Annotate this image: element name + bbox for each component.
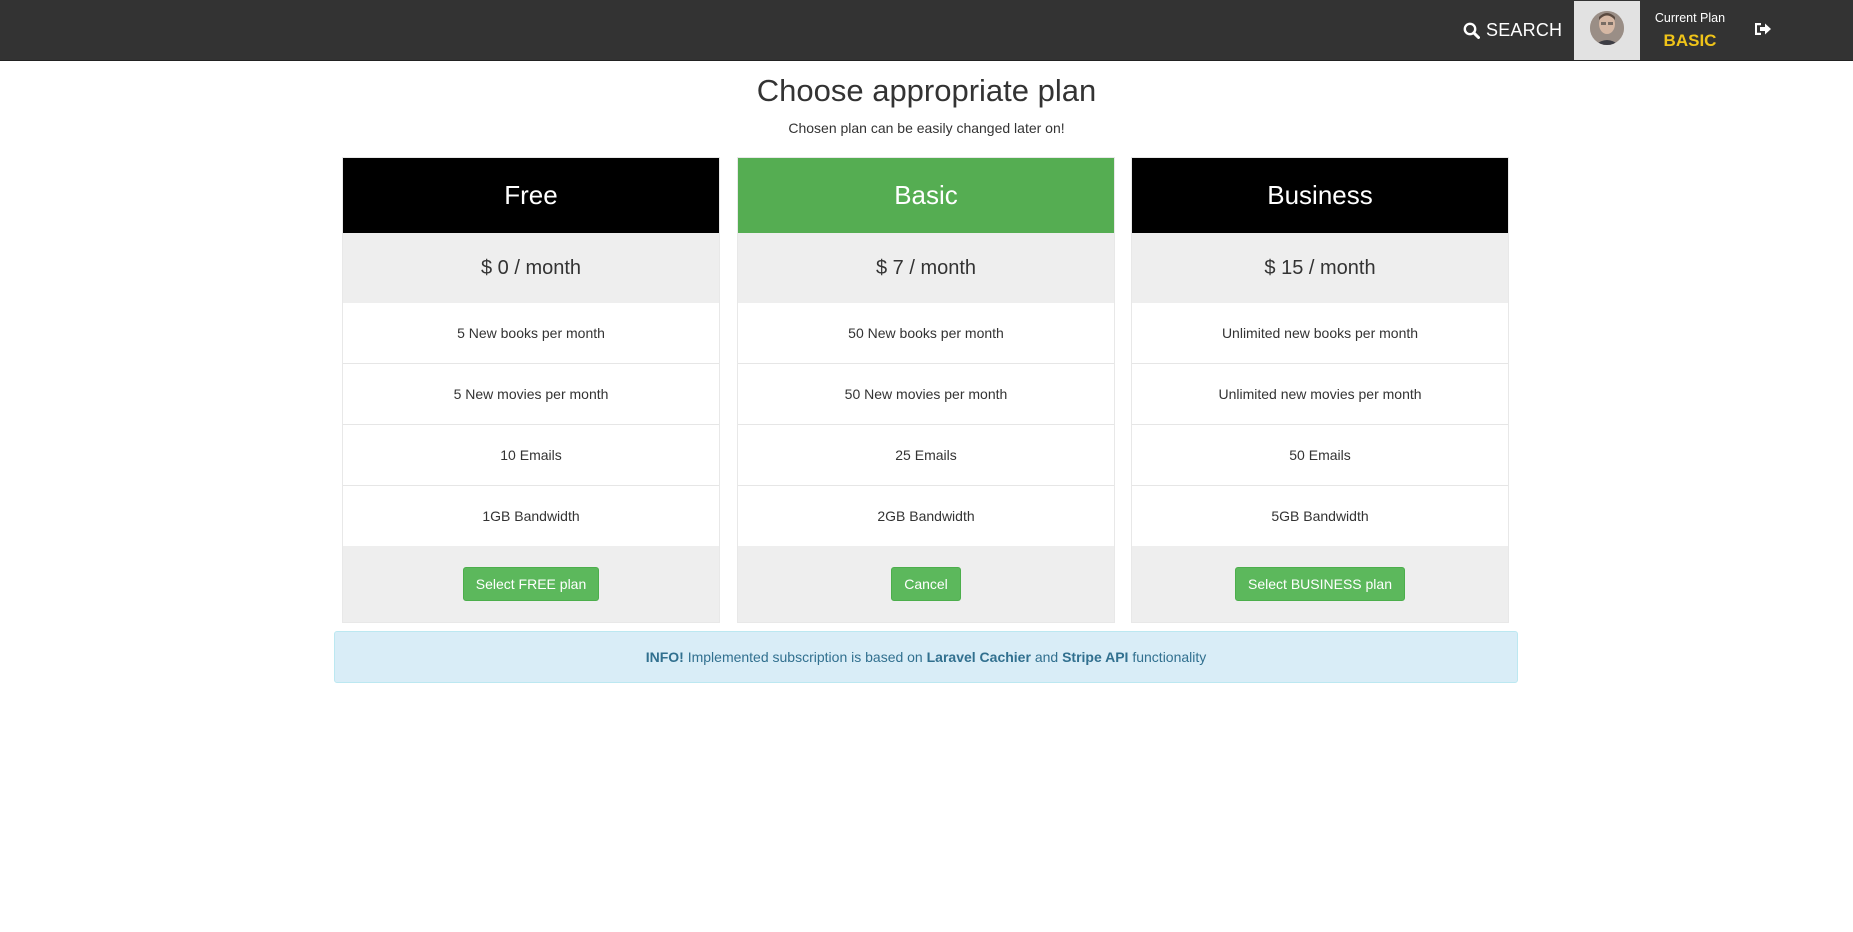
info-text-2: and [1034, 649, 1059, 665]
plan-feature-bandwidth: 2GB Bandwidth [738, 486, 1114, 547]
plan-feature-movies: 50 New movies per month [738, 364, 1114, 425]
search-button[interactable]: SEARCH [1463, 0, 1562, 61]
info-prefix: INFO! [645, 649, 684, 665]
user-avatar-button[interactable] [1574, 1, 1640, 60]
plan-price: $ 15 / month [1132, 233, 1508, 303]
plan-card-basic: Basic $ 7 / month 50 New books per month… [737, 157, 1115, 623]
current-plan-label: Current Plan [1654, 11, 1726, 25]
info-text-1: Implemented subscription is based on [687, 649, 923, 665]
plan-feature-emails: 10 Emails [343, 425, 719, 486]
page-title: Choose appropriate plan [756, 73, 1097, 108]
plan-footer: Cancel [738, 546, 1114, 622]
current-plan-value: BASIC [1663, 31, 1717, 50]
sign-out-icon[interactable] [1754, 21, 1774, 41]
plan-feature-emails: 50 Emails [1132, 425, 1508, 486]
plan-price: $ 7 / month [738, 233, 1114, 303]
info-text-3: functionality [1132, 649, 1207, 665]
plan-name: Free [343, 158, 719, 233]
page-subtitle: Chosen plan can be easily changed later … [788, 120, 1065, 136]
plan-name: Business [1132, 158, 1508, 233]
plan-feature-books: 50 New books per month [738, 303, 1114, 364]
plan-feature-bandwidth: 5GB Bandwidth [1132, 486, 1508, 547]
plan-feature-books: Unlimited new books per month [1132, 303, 1508, 364]
laravel-cachier-label: Laravel Cachier [926, 649, 1031, 665]
plan-feature-emails: 25 Emails [738, 425, 1114, 486]
plan-feature-bandwidth: 1GB Bandwidth [343, 486, 719, 547]
stripe-api-label: Stripe API [1062, 649, 1129, 665]
plan-price: $ 0 / month [343, 233, 719, 303]
plan-footer: Select BUSINESS plan [1132, 546, 1508, 622]
plan-card-free: Free $ 0 / month 5 New books per month 5… [342, 157, 720, 623]
plan-feature-movies: Unlimited new movies per month [1132, 364, 1508, 425]
search-label: SEARCH [1486, 20, 1563, 40]
select-free-plan-button[interactable]: Select FREE plan [462, 567, 600, 601]
cancel-plan-button[interactable]: Cancel [891, 567, 961, 601]
plan-name: Basic [738, 158, 1114, 233]
current-plan-indicator: Current Plan BASIC [1640, 0, 1740, 61]
plan-footer: Select FREE plan [343, 546, 719, 622]
avatar [1589, 9, 1625, 52]
plan-card-business: Business $ 15 / month Unlimited new book… [1131, 157, 1509, 623]
plan-feature-books: 5 New books per month [343, 303, 719, 364]
plan-feature-movies: 5 New movies per month [343, 364, 719, 425]
search-icon [1463, 22, 1480, 39]
info-alert: INFO! Implemented subscription is based … [334, 631, 1518, 683]
top-navbar: SEARCH Current Plan BASIC [0, 0, 1853, 61]
select-business-plan-button[interactable]: Select BUSINESS plan [1235, 567, 1405, 601]
